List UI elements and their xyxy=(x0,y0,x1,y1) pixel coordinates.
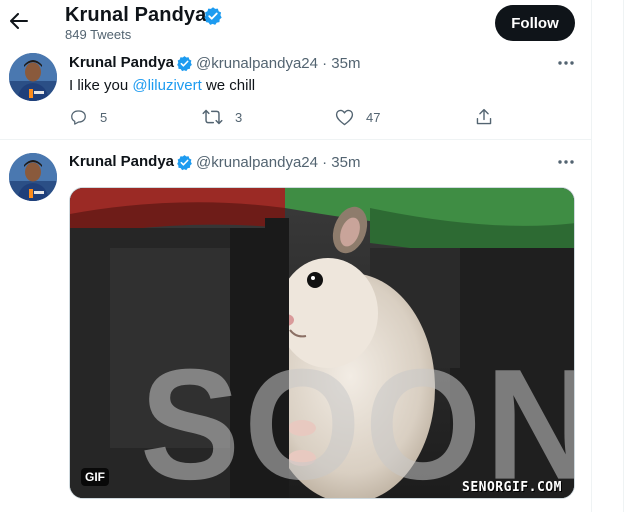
profile-name: Krunal Pandya xyxy=(65,4,207,26)
tweet[interactable]: Krunal Pandya @krunalpandya24 · 35m SOON… xyxy=(0,141,592,512)
more-icon xyxy=(558,160,574,164)
share-icon xyxy=(476,108,492,125)
back-arrow-icon xyxy=(10,13,28,29)
share-button[interactable] xyxy=(475,107,493,127)
avatar[interactable] xyxy=(9,153,57,201)
gif-badge: GIF xyxy=(81,468,109,486)
author-name[interactable]: Krunal Pandya xyxy=(69,54,174,71)
more-button[interactable] xyxy=(556,56,576,70)
avatar-image xyxy=(9,53,57,101)
retweet-count: 3 xyxy=(235,109,243,125)
tweet[interactable]: Krunal Pandya @krunalpandya24 · 35m I li… xyxy=(0,46,592,140)
mention-link[interactable]: @liluzivert xyxy=(132,77,201,94)
gif-watermark: SENORGIF.COM xyxy=(462,480,562,495)
right-rail xyxy=(593,0,627,512)
reply-count: 5 xyxy=(100,109,108,125)
gif-overlay-text: SOON xyxy=(140,335,575,499)
retweet-icon xyxy=(202,109,223,125)
verified-icon xyxy=(177,56,192,72)
tweet-text-part: I like you xyxy=(69,77,133,94)
tweet-actions: 5 3 47 xyxy=(60,107,560,127)
follow-button[interactable]: Follow xyxy=(495,5,575,41)
tweet-text: I like you @liluzivert we chill xyxy=(69,77,255,94)
profile-header: Krunal Pandya 849 Tweets Follow xyxy=(0,0,592,46)
like-icon xyxy=(335,109,354,126)
retweet-button[interactable]: 3 xyxy=(202,107,242,127)
author-handle-time[interactable]: @krunalpandya24 · 35m xyxy=(196,154,361,171)
like-count: 47 xyxy=(366,109,381,125)
reply-button[interactable]: 5 xyxy=(69,107,107,127)
tweet-count: 849 Tweets xyxy=(65,27,132,42)
avatar[interactable] xyxy=(9,53,57,101)
gif-media[interactable]: SOON GIF SENORGIF.COM xyxy=(69,187,575,499)
avatar-image xyxy=(9,153,57,201)
like-button[interactable]: 47 xyxy=(335,107,380,127)
author-name[interactable]: Krunal Pandya xyxy=(69,153,174,170)
more-icon xyxy=(558,61,574,65)
tweet-text-part: we chill xyxy=(201,77,256,94)
right-rail-divider xyxy=(623,0,627,512)
reply-icon xyxy=(71,110,86,125)
verified-icon xyxy=(177,155,192,171)
more-button[interactable] xyxy=(556,155,576,169)
back-button[interactable] xyxy=(8,9,30,33)
verified-icon xyxy=(204,7,222,25)
profile-timeline: Krunal Pandya 849 Tweets Follow Krunal P… xyxy=(0,0,592,512)
author-handle-time[interactable]: @krunalpandya24 · 35m xyxy=(196,55,361,72)
